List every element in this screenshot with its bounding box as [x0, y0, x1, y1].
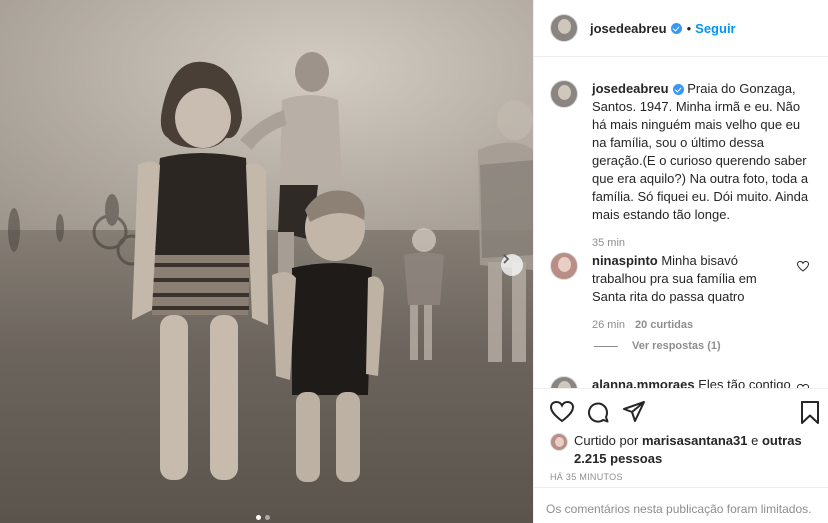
- comment-author[interactable]: ninaspinto: [592, 253, 658, 268]
- likes-summary: Curtido por marisasantana31 e outras 2.2…: [550, 432, 820, 468]
- chevron-right-icon: [503, 254, 510, 264]
- heart-icon[interactable]: [550, 401, 574, 423]
- likes-text: Curtido por marisasantana31 e outras 2.2…: [574, 432, 820, 468]
- post-photo[interactable]: [0, 0, 533, 523]
- comment-time[interactable]: 26 min: [592, 319, 625, 331]
- comments-list[interactable]: josedeabreu Praia do Gonzaga, Santos. 19…: [534, 58, 828, 388]
- comments-limited-notice: Os comentários nesta publicação foram li…: [534, 487, 828, 523]
- comment-body: ninaspinto Minha bisavó trabalhou pra su…: [592, 252, 792, 334]
- verified-badge-icon: [672, 84, 684, 96]
- photo-scene: [8, 52, 533, 482]
- caption: josedeabreu Praia do Gonzaga, Santos. 19…: [550, 80, 817, 252]
- carousel-indicator: [256, 515, 270, 520]
- comment-body: alanna.mmoraes Eles tão contigo: [592, 376, 792, 388]
- author-username[interactable]: josedeabreu: [590, 21, 667, 36]
- view-replies-label: Ver respostas (1): [632, 340, 721, 352]
- comment-like-heart-icon[interactable]: [797, 261, 809, 272]
- comment-author[interactable]: alanna.mmoraes: [592, 377, 695, 388]
- post-timestamp[interactable]: HÁ 35 MINUTOS: [550, 472, 623, 482]
- comment-item: ninaspinto Minha bisavó trabalhou pra su…: [550, 252, 792, 334]
- likes-prefix: Curtido por: [574, 433, 639, 448]
- post-header: josedeabreu • Seguir: [534, 0, 828, 57]
- commenter-avatar[interactable]: [550, 376, 578, 388]
- follow-button[interactable]: Seguir: [695, 21, 735, 36]
- replies-divider: [594, 345, 618, 347]
- commenter-avatar[interactable]: [550, 252, 578, 280]
- verified-badge-icon: [670, 22, 682, 34]
- comment-text: Eles tão contigo: [698, 377, 791, 388]
- liker-avatar[interactable]: [550, 433, 568, 451]
- next-photo-button[interactable]: [501, 254, 523, 276]
- caption-body: josedeabreu Praia do Gonzaga, Santos. 19…: [592, 80, 817, 252]
- carousel-dot-active: [256, 515, 261, 520]
- view-replies-button[interactable]: Ver respostas (1): [594, 340, 721, 352]
- action-bar: [534, 388, 828, 438]
- comment-item: alanna.mmoraes Eles tão contigo: [550, 376, 792, 388]
- comment-likes[interactable]: 20 curtidas: [635, 319, 693, 331]
- carousel-dot: [265, 515, 270, 520]
- liker-username[interactable]: marisasantana31: [642, 433, 748, 448]
- caption-author[interactable]: josedeabreu: [592, 81, 669, 96]
- caption-time[interactable]: 35 min: [592, 237, 625, 249]
- author-avatar[interactable]: [550, 14, 578, 42]
- likes-conjunction: e: [751, 433, 759, 448]
- bookmark-icon[interactable]: [800, 401, 820, 425]
- comment-meta: 26 min 20 curtidas: [592, 316, 792, 334]
- comment-icon[interactable]: [586, 401, 610, 425]
- share-icon[interactable]: [622, 401, 646, 423]
- header-separator: •: [686, 20, 692, 36]
- post-side-panel: josedeabreu • Seguir josedeabreu Praia d…: [533, 0, 828, 523]
- caption-author-avatar[interactable]: [550, 80, 578, 108]
- caption-meta: 35 min: [592, 234, 817, 252]
- instagram-post: josedeabreu • Seguir josedeabreu Praia d…: [0, 0, 828, 523]
- caption-text: Praia do Gonzaga, Santos. 1947. Minha ir…: [592, 81, 809, 222]
